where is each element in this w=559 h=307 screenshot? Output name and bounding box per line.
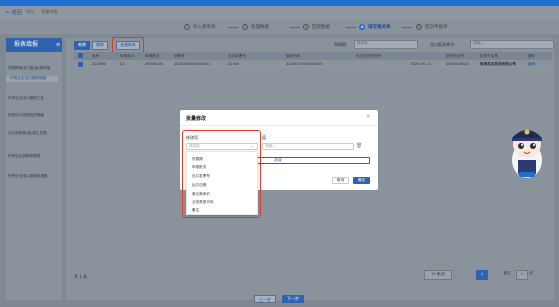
sidebar-title: 报表填报 (6, 38, 62, 52)
step-connector (346, 27, 356, 28)
step-fill: 4 填写报关单 (359, 24, 391, 30)
sidebar-item[interactable]: 货物贸易出口退(免)税申报 (8, 66, 50, 71)
dialog-divider (180, 125, 378, 126)
delete-button[interactable]: 删除 (92, 41, 108, 50)
column-header: 申报年月 (120, 54, 135, 58)
breadcrumb: 首页 批量申报 (26, 9, 63, 15)
declaration-period-label: 申报期: (334, 42, 348, 47)
value-input[interactable]: 请输入 (262, 143, 354, 150)
sidebar-item[interactable]: 外贸企业出口退税申报表 (8, 174, 48, 179)
cancel-button[interactable]: 取消 (332, 177, 349, 184)
column-header: 序号 (92, 54, 100, 58)
column-header: 申报批次 (145, 54, 160, 58)
table-cell: 2023-06-11 (410, 62, 431, 66)
sidebar-item[interactable]: 出口货物退(免)税汇总表 (8, 131, 47, 136)
select-all-checkbox[interactable] (78, 53, 83, 58)
page-size-select[interactable]: 10 条/页 (424, 270, 452, 280)
menu-icon[interactable]: ≡ (56, 43, 60, 48)
next-step-button[interactable]: 下一步 (282, 295, 304, 303)
step-import: 1 导入清单表 (184, 24, 216, 30)
next-page-icon[interactable]: › (490, 270, 496, 278)
table-cell: 2023060000000001 (174, 62, 211, 66)
steps-bar (0, 20, 559, 34)
back-link[interactable]: ← 返回 (6, 9, 22, 16)
table-cell: 202306 (92, 62, 106, 66)
highlight-box (182, 130, 261, 218)
sidebar-item[interactable]: 外贸企业退税申报表 (8, 154, 40, 159)
table-cell: 珠海某某贸易有限公司 (480, 62, 516, 66)
sidebar-item-selected[interactable]: 外贸企业出口退税明细 (6, 76, 58, 82)
edit-link[interactable]: 编辑 (528, 62, 535, 67)
goto-label: 前往 (503, 271, 511, 275)
police-mascot-icon (512, 129, 542, 178)
table-cell: 3204070000000000 (286, 62, 323, 66)
export-no-input[interactable]: 请输入 (470, 40, 554, 49)
table-cell: 0000000000 (446, 62, 469, 66)
ok-button[interactable]: 确定 (353, 177, 370, 184)
header-bar (0, 6, 559, 20)
table-cell: 08000000 (145, 62, 164, 66)
goto-input[interactable]: 1 (516, 270, 528, 280)
sidebar-item[interactable]: 购进出口货物进货明细 (8, 113, 44, 118)
page-number[interactable]: 1 (476, 270, 488, 280)
dialog-title: 批量修改 (186, 116, 207, 122)
sidebar-item[interactable]: 外贸企业出口退税汇总 (8, 96, 44, 101)
column-header: 进货凭证号 (446, 54, 464, 58)
step-connector (228, 27, 238, 28)
trash-icon[interactable]: 🗑 (356, 143, 362, 149)
column-header: 关联号 (174, 54, 185, 58)
column-header: 操作 (528, 54, 536, 58)
breadcrumb-item[interactable]: 首页 (26, 9, 34, 14)
column-header: 商品代码 (286, 54, 301, 58)
column-header: 出口进货凭证号 (356, 54, 382, 58)
prev-page-icon[interactable]: ‹ (466, 270, 472, 278)
prev-step-button[interactable]: 上一步 (254, 295, 276, 303)
total-count: 共 1 条 (74, 274, 88, 279)
step-connector (290, 27, 300, 28)
row-checkbox[interactable] (78, 62, 83, 67)
step-connector (402, 27, 412, 28)
close-icon[interactable]: × (366, 114, 370, 120)
export-no-label: 出口报关单号: (430, 42, 456, 47)
breadcrumb-item: 批量申报 (41, 9, 58, 14)
column-header: 出口发票号 (228, 54, 246, 58)
table-cell: 01544 (228, 62, 240, 66)
step-submit: 5 提交申报单 (416, 24, 448, 30)
step-match: 3 匹配数据 (303, 24, 330, 30)
table-cell: 01 (120, 62, 125, 66)
column-header: 供货方名称 (480, 54, 498, 58)
highlight-box (112, 37, 144, 53)
add-button[interactable]: 新增 (74, 41, 90, 50)
goto-suffix: 页 (529, 271, 533, 275)
value-label: 值 (262, 135, 266, 140)
declaration-period-select[interactable]: 请选择 (354, 40, 418, 49)
step-process: 2 处理数据 (242, 24, 269, 30)
